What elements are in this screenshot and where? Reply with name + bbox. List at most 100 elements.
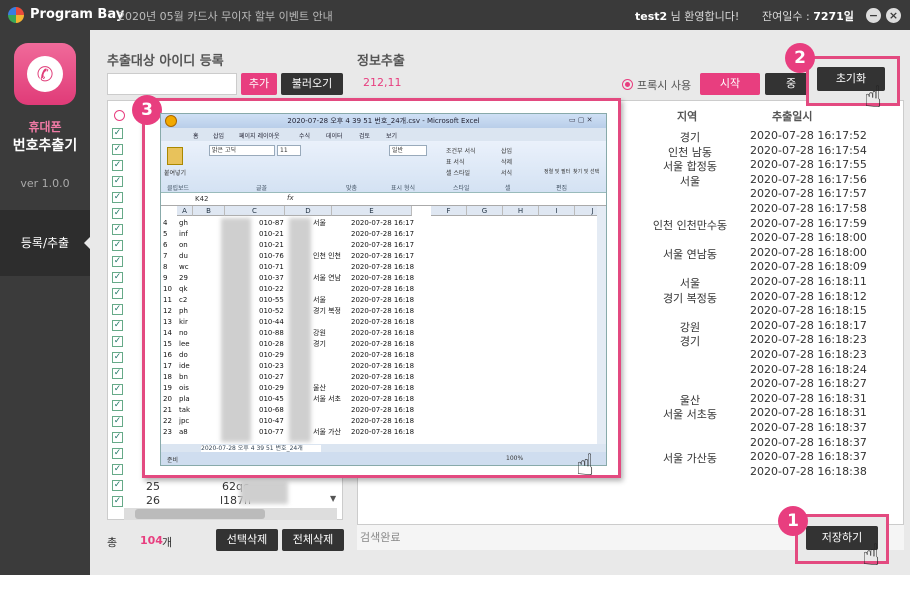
excel-row-number[interactable]: 10 (163, 284, 177, 295)
excel-cell[interactable]: ide (179, 361, 199, 372)
excel-col-header[interactable]: G (467, 206, 503, 216)
number-format-select[interactable]: 일반 (389, 145, 427, 156)
excel-cell[interactable]: 2020-07-28 16:17 (351, 229, 431, 240)
row-checkbox[interactable]: ✓ (112, 480, 123, 491)
font-select[interactable]: 맑은 고딕 (209, 145, 275, 156)
row-checkbox[interactable]: ✓ (112, 288, 123, 299)
excel-cell[interactable]: ph (179, 306, 199, 317)
notice-link[interactable]: 2020년 05월 카드사 무이자 할부 이벤트 안내 (118, 8, 333, 24)
excel-col-header[interactable]: H (503, 206, 539, 216)
tab-page-layout[interactable]: 페이지 레이아웃 (239, 131, 280, 140)
excel-cell[interactable] (313, 229, 353, 240)
excel-cell[interactable]: 2020-07-28 16:18 (351, 339, 431, 350)
tab-review[interactable]: 검토 (359, 131, 370, 140)
excel-row-number[interactable]: 14 (163, 328, 177, 339)
excel-vscrollbar[interactable] (597, 206, 606, 444)
excel-row-number[interactable]: 5 (163, 229, 177, 240)
excel-col-header[interactable]: I (539, 206, 575, 216)
row-checkbox[interactable]: ✓ (112, 176, 123, 187)
row-checkbox[interactable]: ✓ (112, 240, 123, 251)
cell-style-button[interactable]: 셀 스타일 (446, 168, 470, 177)
row-checkbox[interactable]: ✓ (112, 496, 123, 507)
excel-cell[interactable]: 경기 (313, 339, 353, 350)
excel-cell[interactable]: 2020-07-28 16:18 (351, 405, 431, 416)
excel-cell[interactable]: 서울 (313, 218, 353, 229)
excel-cell[interactable]: 서울 가산 (313, 427, 353, 438)
office-button-icon[interactable] (165, 115, 177, 127)
start-button[interactable]: 시작 (700, 73, 760, 95)
window-controls-icon[interactable]: ▭ ▢ ✕ (569, 116, 593, 124)
tab-view[interactable]: 보기 (386, 131, 397, 140)
excel-row-number[interactable]: 18 (163, 372, 177, 383)
delete-cells-button[interactable]: 삭제 (501, 157, 512, 166)
excel-cell[interactable]: on (179, 240, 199, 251)
excel-cell[interactable]: 인천 인천 (313, 251, 353, 262)
sort-filter-button[interactable]: 정렬 및 필터 (544, 168, 570, 175)
excel-cell[interactable]: 2020-07-28 16:18 (351, 383, 431, 394)
excel-cell[interactable]: 서울 연남 (313, 273, 353, 284)
row-checkbox[interactable]: ✓ (112, 304, 123, 315)
excel-cell[interactable]: 2020-07-28 16:17 (351, 240, 431, 251)
excel-cell[interactable]: 서울 서초 (313, 394, 353, 405)
excel-cell[interactable]: du (179, 251, 199, 262)
excel-cell[interactable]: a8 (179, 427, 199, 438)
excel-cell[interactable]: no (179, 328, 199, 339)
excel-row-number[interactable]: 8 (163, 262, 177, 273)
list-scroll-thumb[interactable] (135, 509, 265, 519)
excel-cell[interactable]: 2020-07-28 16:18 (351, 427, 431, 438)
row-checkbox[interactable]: ✓ (112, 336, 123, 347)
load-button[interactable]: 불러오기 (281, 73, 343, 95)
excel-col-header[interactable]: E (332, 206, 412, 216)
excel-row-number[interactable]: 13 (163, 317, 177, 328)
insert-cells-button[interactable]: 삽입 (501, 146, 512, 155)
excel-cell[interactable]: 2020-07-28 16:18 (351, 372, 431, 383)
excel-col-header[interactable]: J (575, 206, 597, 216)
row-checkbox[interactable]: ✓ (112, 400, 123, 411)
conditional-format-button[interactable]: 조건부 서식 (446, 146, 476, 155)
excel-row-number[interactable]: 15 (163, 339, 177, 350)
excel-cell[interactable]: 2020-07-28 16:18 (351, 416, 431, 427)
excel-cell[interactable] (313, 240, 353, 251)
excel-col-header[interactable]: D (285, 206, 332, 216)
excel-cell[interactable]: c2 (179, 295, 199, 306)
excel-cell[interactable]: 2020-07-28 16:17 (351, 218, 431, 229)
excel-col-header[interactable]: A (177, 206, 193, 216)
excel-row-number[interactable]: 17 (163, 361, 177, 372)
excel-cell[interactable]: bn (179, 372, 199, 383)
row-checkbox[interactable]: ✓ (112, 464, 123, 475)
excel-cell[interactable]: lee (179, 339, 199, 350)
excel-cell[interactable]: 울산 (313, 383, 353, 394)
row-checkbox[interactable]: ✓ (112, 208, 123, 219)
excel-cell[interactable] (313, 372, 353, 383)
row-checkbox[interactable]: ✓ (112, 128, 123, 139)
excel-cell[interactable]: pla (179, 394, 199, 405)
excel-cell[interactable]: 경기 복정 (313, 306, 353, 317)
excel-row-number[interactable]: 20 (163, 394, 177, 405)
excel-row-number[interactable]: 6 (163, 240, 177, 251)
excel-col-header[interactable]: C (225, 206, 285, 216)
excel-cell[interactable] (313, 262, 353, 273)
excel-cell[interactable] (313, 416, 353, 427)
excel-cell[interactable]: tak (179, 405, 199, 416)
font-size-select[interactable]: 11 (277, 145, 301, 156)
excel-cell[interactable]: jpc (179, 416, 199, 427)
add-button[interactable]: 추가 (241, 73, 277, 95)
excel-row-number[interactable]: 12 (163, 306, 177, 317)
excel-cell[interactable]: 2020-07-28 16:18 (351, 273, 431, 284)
row-checkbox[interactable]: ✓ (112, 256, 123, 267)
excel-cell[interactable]: 29 (179, 273, 199, 284)
excel-cell[interactable]: 2020-07-28 16:18 (351, 394, 431, 405)
delete-selected-button[interactable]: 선택삭제 (216, 529, 278, 551)
sheet-tab[interactable]: 2020-07-28 오후 4 39 51 번호_24개 (201, 445, 321, 452)
row-checkbox[interactable]: ✓ (112, 352, 123, 363)
excel-row-number[interactable]: 11 (163, 295, 177, 306)
excel-row-number[interactable]: 9 (163, 273, 177, 284)
row-checkbox[interactable]: ✓ (112, 192, 123, 203)
minimize-icon[interactable]: − (866, 8, 881, 23)
excel-cell[interactable] (313, 284, 353, 295)
excel-cell[interactable]: ois (179, 383, 199, 394)
find-select-button[interactable]: 찾기 및 선택 (573, 168, 599, 175)
excel-row-number[interactable]: 16 (163, 350, 177, 361)
excel-cell[interactable]: 2020-07-28 16:18 (351, 284, 431, 295)
excel-cell[interactable]: 2020-07-28 16:18 (351, 350, 431, 361)
